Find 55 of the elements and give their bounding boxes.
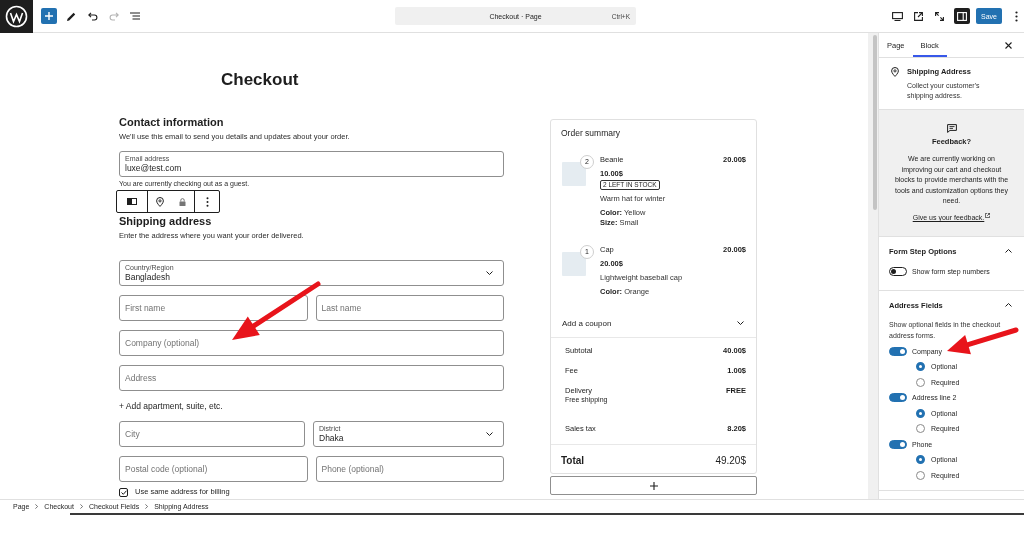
logo-icon[interactable] [0, 0, 33, 33]
chevron-right-icon [145, 504, 149, 509]
radio-button[interactable] [916, 470, 925, 480]
add-block-button[interactable] [41, 8, 57, 24]
split-rectangle-icon [127, 198, 137, 205]
radio-button[interactable] [916, 408, 925, 418]
pen-icon [67, 11, 76, 21]
chevron-down-icon [486, 271, 493, 275]
lock-icon [179, 197, 186, 206]
settings-toggle[interactable] [954, 8, 971, 24]
chevron-down-icon [486, 432, 493, 436]
toggle-switch[interactable] [889, 346, 907, 356]
add-apartment-link[interactable]: + Add apartment, suite, etc. [119, 400, 223, 412]
section-heading: Contact information [119, 116, 224, 129]
coupon-toggle[interactable]: Add a coupon [551, 318, 756, 328]
toggle-switch[interactable] [889, 266, 907, 276]
chevron-right-icon [79, 504, 83, 509]
radio-button[interactable] [916, 455, 925, 464]
card-title: Order summary [561, 128, 621, 138]
total-value: 49.20$ [715, 455, 746, 467]
photo-placeholder [562, 162, 586, 186]
external-link-icon [985, 213, 991, 218]
location-pin-icon [155, 196, 164, 207]
close-icon [1005, 41, 1012, 49]
kebab-menu-icon [205, 196, 209, 207]
external-link-icon [914, 11, 924, 21]
radio-button[interactable] [916, 362, 925, 371]
list-icon [129, 12, 140, 20]
photo-placeholder [562, 252, 586, 276]
location-pin-icon [891, 67, 899, 77]
page-title: Checkout [221, 70, 299, 90]
checkbox[interactable] [119, 487, 128, 497]
toggle-switch[interactable] [889, 393, 907, 402]
sidebar-icon [957, 11, 968, 21]
input-field[interactable]: Address [119, 365, 504, 391]
section-heading: Shipping address [119, 215, 212, 228]
add-block-button[interactable] [550, 476, 757, 495]
plus-icon [45, 12, 53, 20]
input-field[interactable]: First name [119, 295, 308, 321]
total-label: Total [561, 455, 585, 467]
toggle-switch[interactable] [889, 439, 907, 449]
input-field[interactable]: City [119, 421, 305, 447]
chevron-right-icon [35, 504, 39, 509]
checkmark-icon [120, 489, 127, 495]
input-field[interactable]: Postal code (optional) [119, 456, 308, 482]
kebab-menu-icon [1014, 10, 1018, 22]
radio-button[interactable] [916, 424, 925, 433]
input-field[interactable]: Last name [315, 295, 504, 321]
radio-button[interactable] [916, 377, 925, 387]
desktop-icon [892, 11, 904, 21]
plus-icon [649, 481, 658, 490]
fullscreen-icon [935, 11, 945, 21]
comment-icon [946, 124, 957, 133]
input-field[interactable]: Company (optional) [119, 330, 504, 356]
input-field[interactable]: Phone (optional) [315, 456, 504, 482]
